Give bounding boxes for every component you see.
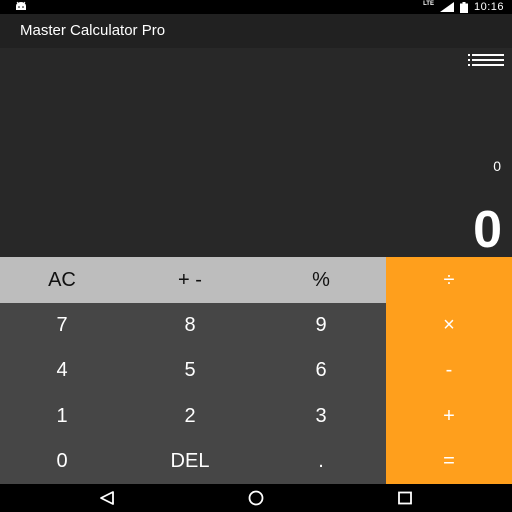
digit-9-button[interactable]: 9 — [256, 303, 386, 348]
divide-button[interactable]: ÷ — [386, 257, 512, 303]
digit-3-button[interactable]: 3 — [256, 393, 386, 439]
subtract-button[interactable]: - — [386, 348, 512, 393]
delete-button[interactable]: DEL — [124, 439, 256, 484]
status-right: LTE 10:16 — [423, 0, 504, 14]
app-bar: Master Calculator Pro — [0, 14, 512, 48]
android-icon — [16, 1, 26, 10]
clock: 10:16 — [473, 1, 504, 13]
multiply-button[interactable]: × — [386, 303, 512, 348]
decimal-button[interactable]: . — [256, 439, 386, 484]
calculator-display: 0 0 — [0, 48, 512, 259]
digit-6-button[interactable]: 6 — [256, 348, 386, 393]
clear-button[interactable]: AC — [0, 257, 124, 303]
result-display: 0 — [473, 201, 502, 259]
keypad: AC + - % ÷ 7 8 9 × 4 5 6 - 1 2 3 + 0 DEL… — [0, 257, 512, 484]
navigation-bar — [0, 484, 512, 512]
digit-5-button[interactable]: 5 — [124, 348, 256, 393]
digit-7-button[interactable]: 7 — [0, 303, 124, 348]
equals-button[interactable]: = — [386, 439, 512, 484]
digit-1-button[interactable]: 1 — [0, 393, 124, 439]
recents-icon[interactable] — [396, 490, 414, 506]
digit-0-button[interactable]: 0 — [0, 439, 124, 484]
home-icon[interactable] — [246, 490, 266, 506]
status-bar: LTE 10:16 — [0, 0, 512, 14]
expression-display: 0 — [493, 158, 501, 174]
digit-2-button[interactable]: 2 — [124, 393, 256, 439]
app-title: Master Calculator Pro — [20, 22, 166, 39]
add-button[interactable]: + — [386, 393, 512, 439]
percent-button[interactable]: % — [256, 257, 386, 303]
battery-icon — [459, 1, 468, 13]
plus-minus-button[interactable]: + - — [124, 257, 256, 303]
signal-icon — [439, 2, 454, 12]
back-icon[interactable] — [98, 490, 116, 506]
history-list-icon[interactable] — [468, 54, 504, 66]
calculator-screen: LTE 10:16 Master Calculator Pro 0 0 AC +… — [0, 0, 512, 512]
network-type: LTE — [423, 1, 434, 7]
digit-4-button[interactable]: 4 — [0, 348, 124, 393]
digit-8-button[interactable]: 8 — [124, 303, 256, 348]
